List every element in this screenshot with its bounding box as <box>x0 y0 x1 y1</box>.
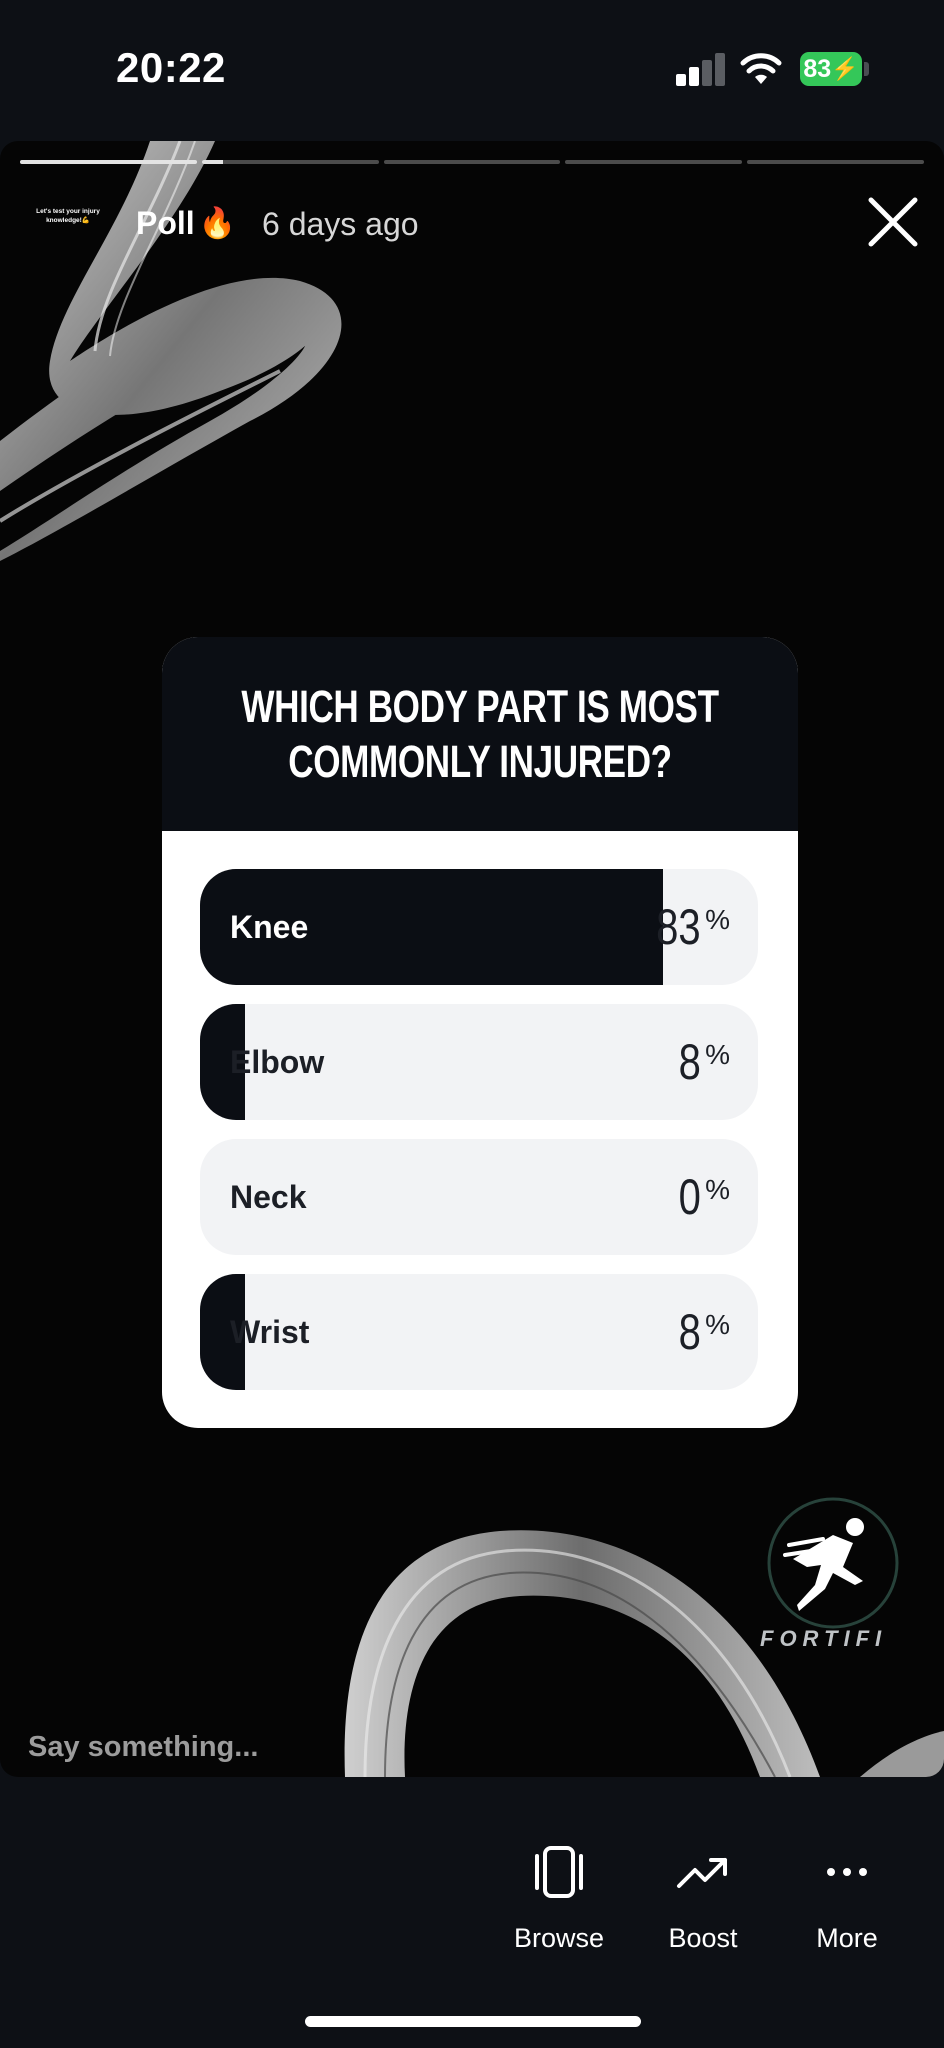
poll-option-percent: 8% <box>678 1034 730 1090</box>
story-header: Let's test your injury knowledge!💪 Poll … <box>0 195 944 255</box>
poll-option-elbow[interactable]: Elbow 8% <box>200 1004 758 1120</box>
battery-level: 83 <box>803 54 832 83</box>
progress-segment <box>383 160 561 164</box>
poll-option-percent: 0% <box>678 1169 730 1225</box>
wifi-icon <box>740 53 782 84</box>
progress-segment-active <box>201 160 379 164</box>
poll-option-neck[interactable]: Neck 0% <box>200 1139 758 1255</box>
status-bar: 20:22 83 ⚡ <box>0 0 944 140</box>
trending-up-icon <box>677 1858 727 1888</box>
more-button[interactable]: More <box>787 1840 907 1954</box>
progress-segment <box>747 160 924 164</box>
progress-segment <box>565 160 743 164</box>
fire-icon: 🔥 <box>198 207 237 240</box>
poll-header: WHICH BODY PART IS MOST COMMONLY INJURED… <box>162 637 798 831</box>
more-dots-icon <box>827 1868 867 1876</box>
more-label: More <box>816 1923 878 1953</box>
poll-card: WHICH BODY PART IS MOST COMMONLY INJURED… <box>162 637 798 1428</box>
poll-option-percent: 8% <box>678 1304 730 1360</box>
browse-button[interactable]: Browse <box>499 1840 619 1954</box>
story-title-text: Poll <box>136 205 195 241</box>
progress-segment <box>20 160 197 164</box>
brand-name: FORTIFI <box>760 1626 888 1651</box>
poll-option-percent: 83% <box>656 899 730 955</box>
close-icon[interactable] <box>866 195 920 249</box>
status-time: 20:22 <box>116 44 226 91</box>
boost-label: Boost <box>668 1923 738 1953</box>
browse-label: Browse <box>513 1923 605 1953</box>
story-progress <box>20 160 924 166</box>
home-indicator[interactable] <box>305 2016 641 2027</box>
story-title[interactable]: Poll 🔥 <box>136 205 236 242</box>
browse-icon <box>535 1846 583 1898</box>
poll-option-label: Wrist <box>230 1314 310 1350</box>
battery-cap <box>864 62 869 76</box>
signal-icon <box>676 52 726 86</box>
poll-option-label: Knee <box>230 909 309 945</box>
poll-question: WHICH BODY PART IS MOST COMMONLY INJURED… <box>241 681 719 787</box>
story-viewer[interactable]: Let's test your injury knowledge!💪 Poll … <box>0 141 944 1777</box>
story-time-ago: 6 days ago <box>262 206 419 242</box>
say-something-input[interactable]: Say something... <box>28 1731 258 1764</box>
poll-option-knee[interactable]: Knee 83% <box>200 869 758 985</box>
poll-option-label: Neck <box>230 1179 307 1215</box>
poll-option-label: Elbow <box>230 1044 325 1080</box>
battery-icon: 83 ⚡ <box>800 52 862 86</box>
poll-option-wrist[interactable]: Wrist 8% <box>200 1274 758 1390</box>
fortifi-logo-icon <box>767 1497 899 1629</box>
boost-button[interactable]: Boost <box>643 1840 763 1954</box>
story-thumbnail[interactable]: Let's test your injury knowledge!💪 <box>28 207 108 237</box>
